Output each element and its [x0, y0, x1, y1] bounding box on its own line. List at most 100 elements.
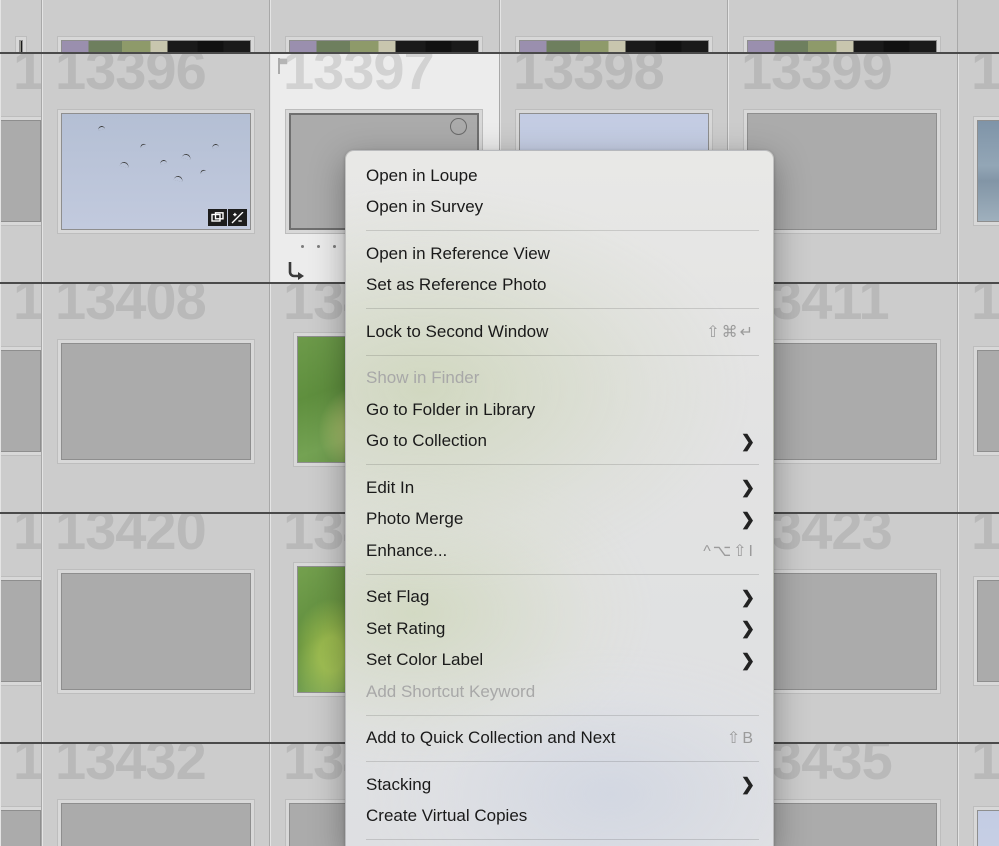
- grid-cell[interactable]: [42, 0, 270, 52]
- rating-dot[interactable]: [301, 245, 304, 248]
- grid-cell[interactable]: 13396: [42, 54, 270, 282]
- cell-index-label: 134: [971, 744, 999, 791]
- photo-thumbnail[interactable]: [747, 40, 937, 52]
- grid-cell[interactable]: [728, 0, 958, 52]
- thumbnail-frame[interactable]: [973, 576, 999, 686]
- menu-item-label: Enhance...: [366, 540, 448, 560]
- thumbnail-badges: [208, 209, 247, 226]
- grid-cell[interactable]: 134: [958, 54, 999, 282]
- cell-index-label: 13420: [55, 514, 207, 561]
- thumbnail-frame[interactable]: [285, 36, 483, 52]
- thumbnail-frame[interactable]: [1, 346, 41, 456]
- photo-thumbnail[interactable]: [289, 40, 479, 52]
- grid-cell[interactable]: 13407: [0, 284, 42, 512]
- rating-dot[interactable]: [317, 245, 320, 248]
- rotate-badge-icon[interactable]: [450, 118, 467, 135]
- bird-shape: [199, 168, 207, 175]
- grid-row: [0, 0, 999, 52]
- grid-cell[interactable]: [500, 0, 728, 52]
- menu-separator: [366, 573, 759, 575]
- photo-thumbnail[interactable]: [747, 573, 937, 690]
- photo-thumbnail[interactable]: [977, 120, 999, 222]
- bird-shape: [119, 160, 130, 169]
- photo-context-menu[interactable]: Open in Loupe Open in Survey Open in Refer…: [345, 150, 774, 846]
- grid-cell[interactable]: 134: [958, 744, 999, 846]
- photo-thumbnail[interactable]: [1, 810, 41, 846]
- menu-item-label: Open in Reference View: [366, 243, 550, 263]
- thumbnail-frame[interactable]: [15, 36, 27, 52]
- thumbnail-frame[interactable]: [57, 109, 255, 234]
- photo-thumbnail[interactable]: [977, 580, 999, 682]
- grid-cell[interactable]: [270, 0, 500, 52]
- photo-thumbnail[interactable]: [19, 40, 23, 52]
- menu-item-stacking[interactable]: Stacking ❯: [346, 769, 773, 801]
- photo-thumbnail[interactable]: [1, 350, 41, 452]
- thumbnail-frame[interactable]: [973, 806, 999, 846]
- menu-item-go-to-folder-in-library[interactable]: Go to Folder in Library: [346, 394, 773, 426]
- menu-item-photo-merge[interactable]: Photo Merge ❯: [346, 504, 773, 536]
- photo-thumbnail[interactable]: [747, 343, 937, 460]
- bird-shape: [181, 152, 192, 161]
- menu-item-label: Go to Collection: [366, 431, 487, 451]
- menu-item-create-virtual-copies[interactable]: Create Virtual Copies: [346, 801, 773, 833]
- photo-thumbnail[interactable]: [977, 350, 999, 452]
- thumbnail-frame[interactable]: [743, 36, 941, 52]
- thumbnail-frame[interactable]: [973, 346, 999, 456]
- grid-cell[interactable]: 13431: [0, 744, 42, 846]
- photo-thumbnail[interactable]: [977, 810, 999, 846]
- grid-cell[interactable]: [0, 0, 42, 52]
- cell-index-label: 13395: [13, 54, 42, 101]
- cell-index-label: 13431: [13, 744, 42, 791]
- develop-badge[interactable]: [228, 209, 247, 226]
- photo-thumbnail[interactable]: [61, 343, 251, 460]
- photo-thumbnail[interactable]: [1, 580, 41, 682]
- menu-item-edit-in[interactable]: Edit In ❯: [346, 472, 773, 504]
- menu-item-set-as-reference-photo[interactable]: Set as Reference Photo: [346, 270, 773, 302]
- flag-icon[interactable]: [278, 58, 289, 74]
- menu-item-go-to-collection[interactable]: Go to Collection ❯: [346, 426, 773, 458]
- thumbnail-frame[interactable]: [1, 806, 41, 846]
- menu-item-enhance[interactable]: Enhance... ^⌥⇧I: [346, 535, 773, 567]
- menu-item-shortcut: ^⌥⇧I: [703, 542, 755, 560]
- photo-thumbnail[interactable]: [747, 113, 937, 230]
- menu-item-add-to-quick-collection-and-next[interactable]: Add to Quick Collection and Next ⇧B: [346, 723, 773, 755]
- menu-separator: [366, 308, 759, 309]
- menu-item-open-in-reference-view[interactable]: Open in Reference View: [346, 238, 773, 270]
- photo-thumbnail[interactable]: [61, 573, 251, 690]
- thumbnail-frame[interactable]: [515, 36, 713, 52]
- cell-index-label: 134: [971, 54, 999, 101]
- photo-thumbnail[interactable]: [61, 40, 251, 52]
- thumbnail-frame[interactable]: [1, 116, 41, 226]
- grid-cell[interactable]: 134: [958, 284, 999, 512]
- grid-cell[interactable]: 13420: [42, 514, 270, 742]
- thumbnail-frame[interactable]: [57, 36, 255, 52]
- menu-item-lock-to-second-window[interactable]: Lock to Second Window ⇧⌘↵: [346, 316, 773, 348]
- menu-item-label: Edit In: [366, 477, 415, 497]
- menu-item-open-in-loupe[interactable]: Open in Loupe: [346, 160, 773, 192]
- photo-thumbnail[interactable]: [747, 803, 937, 846]
- grid-cell[interactable]: 13432: [42, 744, 270, 846]
- thumbnail-frame[interactable]: [973, 116, 999, 226]
- grid-cell[interactable]: 13408: [42, 284, 270, 512]
- menu-separator: [366, 464, 759, 465]
- chevron-right-icon: ❯: [740, 509, 755, 529]
- menu-item-set-rating[interactable]: Set Rating ❯: [346, 613, 773, 645]
- grid-cell[interactable]: 13395: [0, 54, 42, 282]
- photo-thumbnail[interactable]: [1, 120, 41, 222]
- rating-dot[interactable]: [333, 245, 336, 248]
- menu-item-open-in-survey[interactable]: Open in Survey: [346, 192, 773, 224]
- photo-thumbnail[interactable]: [519, 40, 709, 52]
- bird-shape: [139, 142, 147, 149]
- grid-cell[interactable]: 134: [958, 514, 999, 742]
- crop-badge[interactable]: [208, 209, 227, 226]
- photo-thumbnail[interactable]: [61, 113, 251, 230]
- thumbnail-frame[interactable]: [57, 339, 255, 464]
- thumbnail-frame[interactable]: [57, 799, 255, 846]
- menu-item-set-flag[interactable]: Set Flag ❯: [346, 582, 773, 614]
- thumbnail-frame[interactable]: [1, 576, 41, 686]
- menu-item-set-color-label[interactable]: Set Color Label ❯: [346, 645, 773, 677]
- thumbnail-frame[interactable]: [57, 569, 255, 694]
- photo-thumbnail[interactable]: [61, 803, 251, 846]
- go-to-collection-arrow-icon[interactable]: [287, 260, 307, 282]
- grid-cell[interactable]: 13419: [0, 514, 42, 742]
